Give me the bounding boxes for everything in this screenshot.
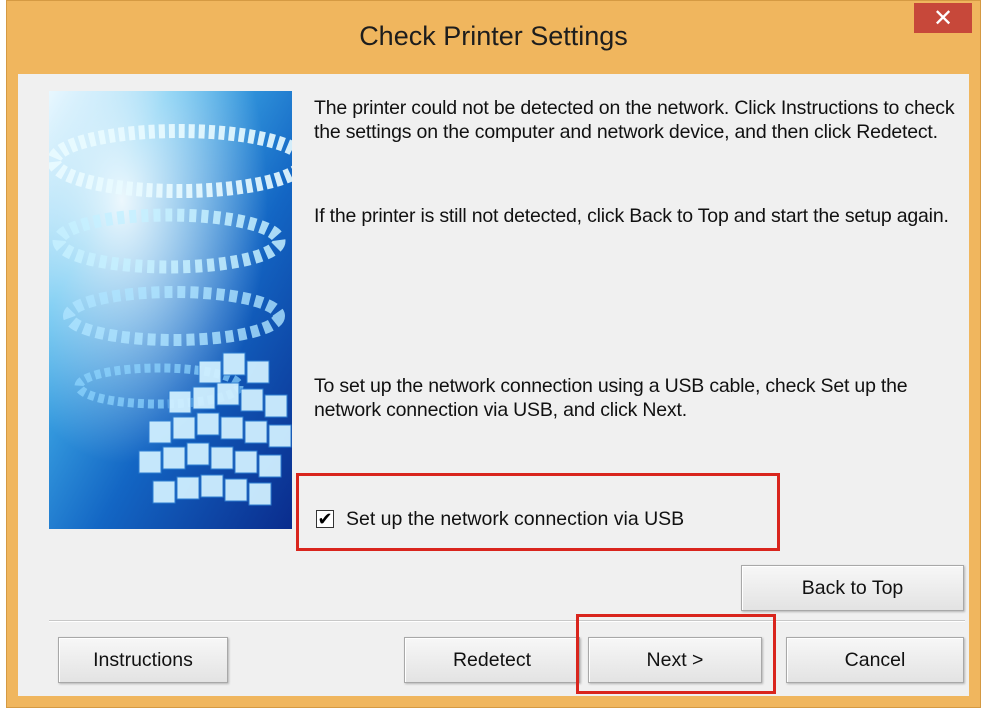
redetect-button[interactable]: Redetect [404, 637, 580, 683]
printer-cube-spiral-illustration-icon [49, 91, 292, 529]
dialog-title: Check Printer Settings [359, 21, 628, 51]
checkmark-icon: ✔ [317, 509, 333, 529]
message-paragraph-3: To set up the network connection using a… [314, 375, 908, 421]
next-button[interactable]: Next > [588, 637, 762, 683]
usb-option-label[interactable]: Set up the network connection via USB [346, 508, 684, 531]
button-separator [49, 620, 965, 622]
title-bar[interactable]: Check Printer Settings ✕ [7, 1, 980, 73]
message-paragraph-2: If the printer is still not detected, cl… [314, 205, 949, 227]
close-icon: ✕ [932, 4, 954, 32]
usb-checkbox[interactable]: ✔ [316, 510, 334, 528]
close-button[interactable]: ✕ [914, 3, 972, 33]
hero-illustration [49, 91, 292, 529]
usb-option-row[interactable]: ✔ Set up the network connection via USB [316, 507, 684, 531]
instructions-button[interactable]: Instructions [58, 637, 228, 683]
message-paragraph-1: The printer could not be detected on the… [314, 97, 955, 143]
cancel-button[interactable]: Cancel [786, 637, 964, 683]
dialog-content: The printer could not be detected on the… [18, 74, 969, 696]
back-to-top-button[interactable]: Back to Top [741, 565, 964, 611]
dialog-window: Check Printer Settings ✕ The printer cou… [6, 0, 981, 708]
